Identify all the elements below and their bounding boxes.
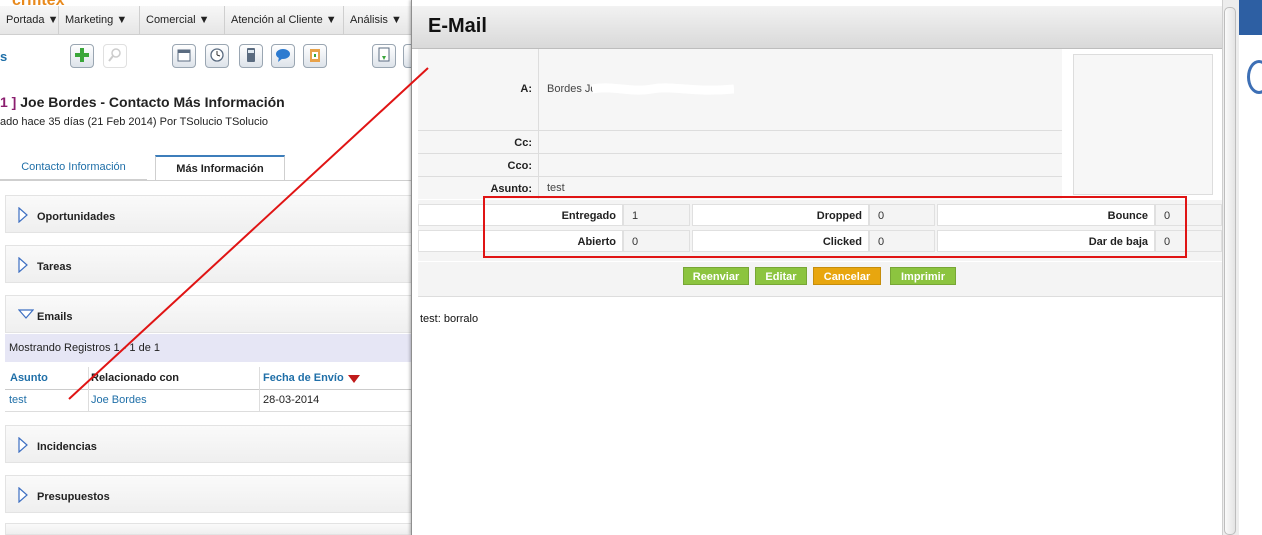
panel-presupuestos[interactable]: Presupuestos (5, 475, 412, 513)
section-title: s (0, 49, 8, 64)
panel-title: Emails (37, 311, 73, 323)
plus-icon (74, 47, 90, 66)
tab-contacto-informacion[interactable]: Contacto Información (0, 155, 147, 180)
bcc-value (538, 154, 1062, 176)
panel-incidencias[interactable]: Incidencias (5, 425, 412, 463)
main-navigation: Portada ▼ Marketing ▼ Comercial ▼ Atenci… (0, 6, 412, 35)
expand-triangle-icon (18, 486, 28, 506)
column-fecha-envio[interactable]: Fecha de Envío (263, 372, 344, 384)
to-label: A: (418, 49, 538, 130)
tab-mas-informacion[interactable]: Más Información (155, 155, 285, 180)
clipboard-button[interactable] (303, 44, 327, 68)
search-icon (107, 47, 123, 66)
export-icon (376, 47, 392, 66)
highlight-rectangle (483, 196, 1187, 258)
email-subject-link[interactable]: test (9, 394, 27, 406)
modal-header (412, 6, 1222, 49)
panel-oportunidades[interactable]: Oportunidades (5, 195, 412, 233)
export-button[interactable] (372, 44, 396, 68)
emails-record-count: Mostrando Registros 1 - 1 de 1 (5, 334, 412, 362)
email-body: test: borralo (420, 313, 479, 325)
nav-marketing[interactable]: Marketing ▼ (59, 6, 140, 34)
expand-triangle-icon (18, 436, 28, 456)
table-row (5, 389, 412, 412)
resend-button[interactable]: Reenviar (683, 267, 749, 285)
emails-table-header: Asunto Relacionado con Fecha de Envío (5, 367, 412, 390)
collapse-triangle-icon (17, 309, 35, 322)
clock-icon (209, 47, 225, 66)
search-button[interactable] (103, 44, 127, 68)
attachments-box (1073, 54, 1213, 195)
clipboard-icon (307, 47, 323, 66)
cancel-button[interactable]: Cancelar (813, 267, 881, 285)
record-subtitle: ado hace 35 días (21 Feb 2014) Por TSolu… (0, 116, 269, 128)
nav-atencion-cliente[interactable]: Atención al Cliente ▼ (225, 6, 344, 34)
print-button[interactable]: Imprimir (890, 267, 956, 285)
nav-analisis[interactable]: Análisis ▼ (344, 6, 412, 34)
edit-button[interactable]: Editar (755, 267, 807, 285)
calculator-icon (243, 47, 259, 66)
email-date: 28-03-2014 (263, 394, 320, 406)
clock-button[interactable] (205, 44, 229, 68)
calendar-icon (176, 47, 192, 66)
tab-divider (0, 180, 412, 181)
modal-title: E-Mail (428, 15, 487, 37)
panel-title: Incidencias (37, 441, 97, 453)
bcc-label: Cco: (418, 154, 538, 176)
column-asunto[interactable]: Asunto (10, 372, 48, 384)
sort-desc-icon[interactable] (348, 374, 360, 386)
record-title: 1 ] Joe Bordes - Contacto Más Informació… (0, 94, 285, 110)
calendar-button[interactable] (172, 44, 196, 68)
email-related-link[interactable]: Joe Bordes (91, 394, 147, 406)
panel-title: Presupuestos (37, 491, 110, 503)
cc-value (538, 131, 1062, 153)
expand-triangle-icon (18, 206, 28, 226)
panel-title: Oportunidades (37, 211, 116, 223)
calculator-button[interactable] (239, 44, 263, 68)
chat-bubble-icon (275, 47, 291, 66)
nav-comercial[interactable]: Comercial ▼ (140, 6, 225, 34)
panel-title: Tareas (37, 261, 72, 273)
panel-next[interactable] (5, 523, 412, 535)
nav-portada[interactable]: Portada ▼ (0, 6, 59, 34)
chat-button[interactable] (271, 44, 295, 68)
redacted-email-address (591, 82, 735, 96)
panel-emails[interactable]: Emails (5, 295, 412, 333)
panel-tareas[interactable]: Tareas (5, 245, 412, 283)
cc-label: Cc: (418, 131, 538, 153)
column-relacionado: Relacionado con (91, 372, 180, 384)
scrollbar-thumb[interactable] (1224, 7, 1236, 535)
add-button[interactable] (70, 44, 94, 68)
expand-triangle-icon (18, 256, 28, 276)
